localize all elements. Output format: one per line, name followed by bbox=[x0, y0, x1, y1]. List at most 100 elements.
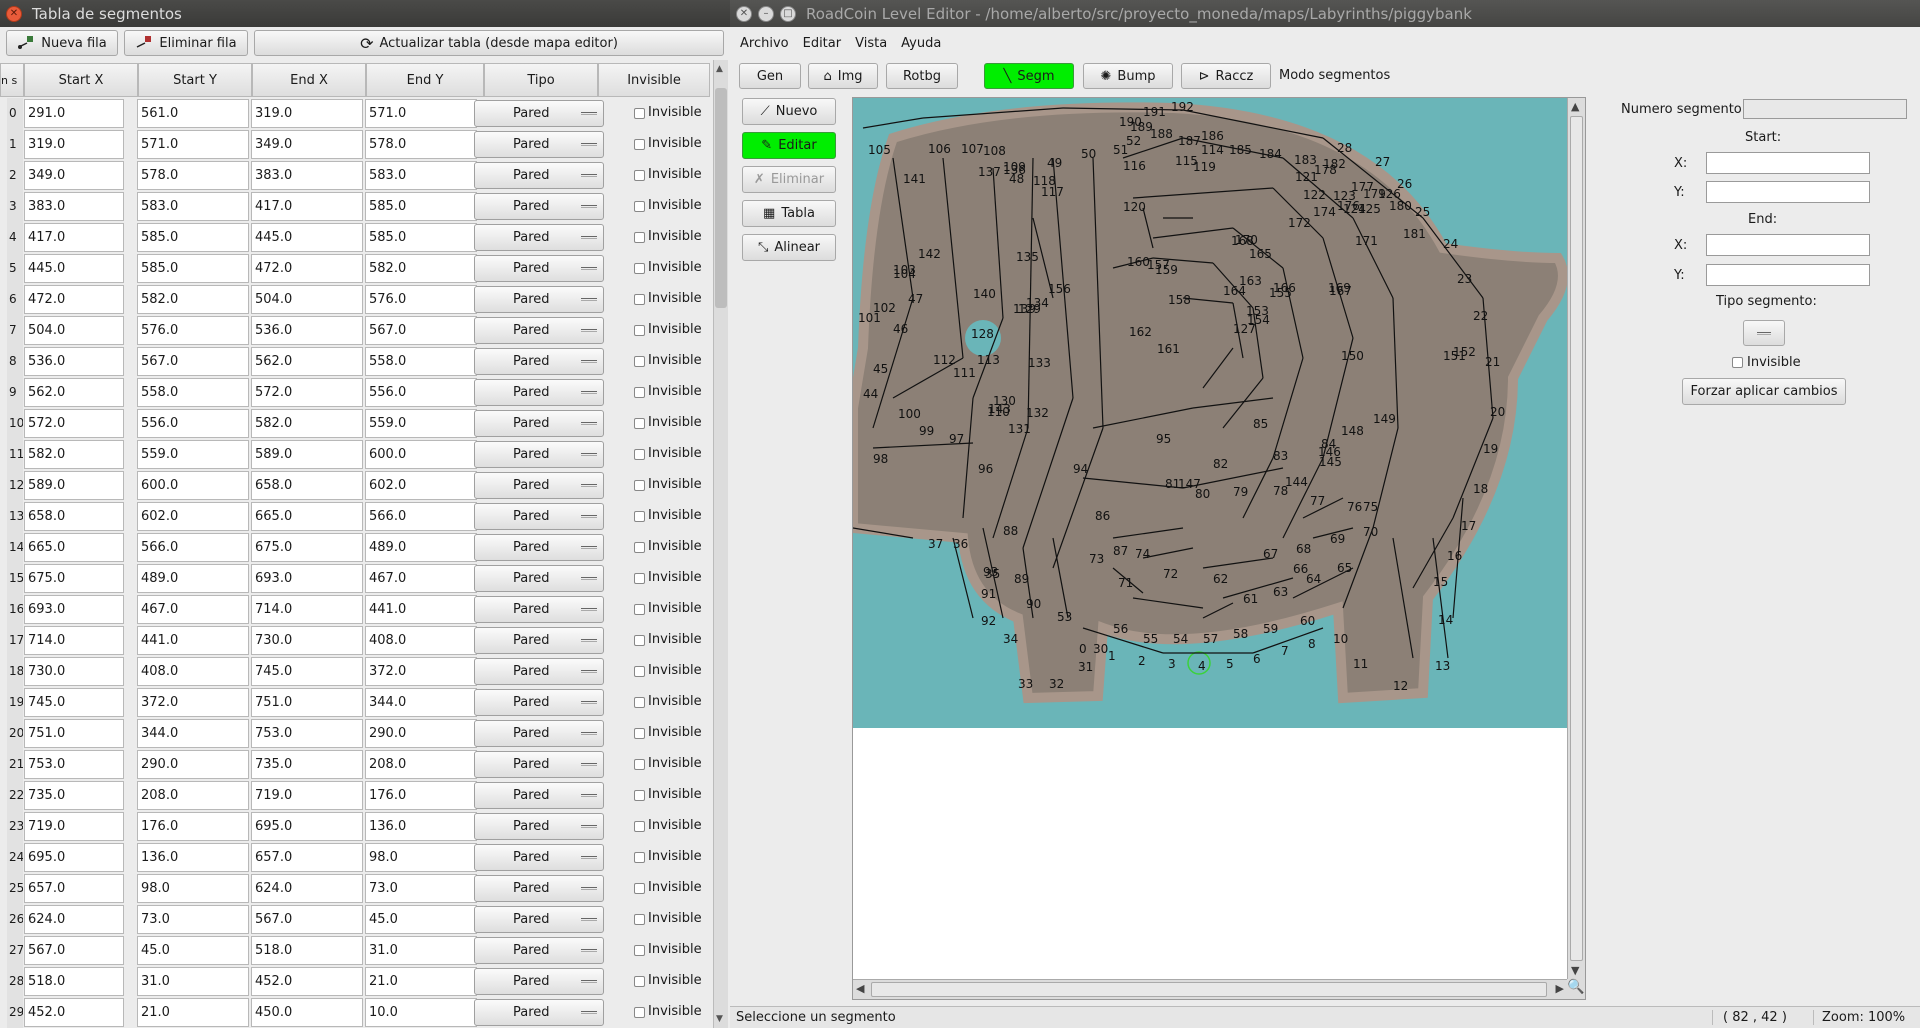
tool-tabla-button[interactable]: ▦ Tabla bbox=[742, 200, 836, 227]
end-y-cell[interactable]: 571.0 bbox=[365, 99, 477, 128]
mode-raccz-button[interactable]: ⊳ Raccz bbox=[1181, 63, 1271, 89]
segment-number-label[interactable]: 67 bbox=[1263, 547, 1278, 561]
segment-number-label[interactable]: 31 bbox=[1078, 660, 1093, 674]
table-row[interactable]: 23 719.0 176.0 695.0 136.0 Pared Invisible bbox=[7, 811, 709, 842]
end-y-cell[interactable]: 585.0 bbox=[365, 223, 477, 252]
segment-number-label[interactable]: 156 bbox=[1048, 282, 1071, 296]
segment-number-label[interactable]: 12 bbox=[1393, 679, 1408, 693]
segment-number-label[interactable]: 170 bbox=[1235, 233, 1258, 247]
map-scroll-down-icon[interactable]: ▼ bbox=[1571, 964, 1579, 977]
menu-vista[interactable]: Vista bbox=[855, 36, 887, 51]
segment-number-label[interactable]: 89 bbox=[1014, 572, 1029, 586]
segment-number-label[interactable]: 4 bbox=[1198, 659, 1206, 673]
end-x-cell[interactable]: 695.0 bbox=[251, 812, 363, 841]
segment-number-label[interactable]: 118 bbox=[1033, 174, 1056, 188]
invisible-checkbox[interactable] bbox=[634, 573, 645, 584]
start-y-cell[interactable]: 372.0 bbox=[137, 688, 249, 717]
end-x-cell[interactable]: 383.0 bbox=[251, 161, 363, 190]
table-row[interactable]: 5 445.0 585.0 472.0 582.0 Pared Invisible bbox=[7, 253, 709, 284]
tipo-dropdown[interactable]: Pared bbox=[474, 472, 604, 499]
end-x-cell[interactable]: 675.0 bbox=[251, 533, 363, 562]
segment-number-label[interactable]: 131 bbox=[1008, 422, 1031, 436]
segment-number-label[interactable]: 154 bbox=[1247, 313, 1270, 327]
start-x-cell[interactable]: 693.0 bbox=[24, 595, 124, 624]
end-x-cell[interactable]: 693.0 bbox=[251, 564, 363, 593]
end-x-cell[interactable]: 735.0 bbox=[251, 750, 363, 779]
segment-number-label[interactable]: 68 bbox=[1296, 542, 1311, 556]
tool-eliminar-button[interactable]: ✗ Eliminar bbox=[742, 166, 836, 193]
segment-number-label[interactable]: 47 bbox=[908, 292, 923, 306]
segment-number-label[interactable]: 54 bbox=[1173, 632, 1188, 646]
segment-number-label[interactable]: 185 bbox=[1229, 143, 1252, 157]
scroll-up-icon[interactable]: ▲ bbox=[716, 64, 723, 74]
segment-number-label[interactable]: 20 bbox=[1490, 405, 1505, 419]
start-x-cell[interactable]: 291.0 bbox=[24, 99, 124, 128]
segment-number-label[interactable]: 172 bbox=[1288, 216, 1311, 230]
table-row[interactable]: 16 693.0 467.0 714.0 441.0 Pared Invisible bbox=[7, 594, 709, 625]
menu-ayuda[interactable]: Ayuda bbox=[901, 36, 941, 51]
table-row[interactable]: 14 665.0 566.0 675.0 489.0 Pared Invisible bbox=[7, 532, 709, 563]
segment-number-label[interactable]: 60 bbox=[1300, 614, 1315, 628]
segment-number-label[interactable]: 52 bbox=[1126, 134, 1141, 148]
segment-number-label[interactable]: 159 bbox=[1155, 263, 1178, 277]
segment-number-label[interactable]: 21 bbox=[1485, 355, 1500, 369]
segment-number-label[interactable]: 46 bbox=[893, 322, 908, 336]
tipo-dropdown[interactable]: Pared bbox=[474, 162, 604, 189]
start-y-cell[interactable]: 567.0 bbox=[137, 347, 249, 376]
column-header-invisible[interactable]: Invisible bbox=[598, 63, 710, 97]
table-row[interactable]: 9 562.0 558.0 572.0 556.0 Pared Invisible bbox=[7, 377, 709, 408]
end-x-cell[interactable]: 745.0 bbox=[251, 657, 363, 686]
end-y-cell[interactable]: 441.0 bbox=[365, 595, 477, 624]
segment-number-label[interactable]: 27 bbox=[1375, 155, 1390, 169]
end-y-cell[interactable]: 408.0 bbox=[365, 626, 477, 655]
segment-number-label[interactable]: 152 bbox=[1453, 345, 1476, 359]
segment-number-label[interactable]: 100 bbox=[898, 407, 921, 421]
end-y-cell[interactable]: 10.0 bbox=[365, 998, 477, 1027]
map-scroll-up-icon[interactable]: ▲ bbox=[1571, 100, 1579, 113]
segment-number-label[interactable]: 72 bbox=[1163, 567, 1178, 581]
segment-number-label[interactable]: 108 bbox=[983, 144, 1006, 158]
table-row[interactable]: 3 383.0 583.0 417.0 585.0 Pared Invisible bbox=[7, 191, 709, 222]
invisible-checkbox[interactable] bbox=[634, 511, 645, 522]
table-row[interactable]: 15 675.0 489.0 693.0 467.0 Pared Invisible bbox=[7, 563, 709, 594]
start-y-cell[interactable]: 98.0 bbox=[137, 874, 249, 903]
tipo-dropdown[interactable]: Pared bbox=[474, 193, 604, 220]
mode-rotbg-button[interactable]: Rotbg bbox=[886, 63, 958, 89]
segment-number-label[interactable]: 90 bbox=[1026, 597, 1041, 611]
mode-segm-button[interactable]: ╲ Segm bbox=[984, 63, 1074, 89]
start-x-cell[interactable]: 753.0 bbox=[24, 750, 124, 779]
segment-number-label[interactable]: 139 bbox=[1013, 302, 1036, 316]
start-y-cell[interactable]: 441.0 bbox=[137, 626, 249, 655]
end-x-cell[interactable]: 504.0 bbox=[251, 285, 363, 314]
end-x-cell[interactable]: 753.0 bbox=[251, 719, 363, 748]
invisible-checkbox[interactable] bbox=[634, 232, 645, 243]
segment-number-label[interactable]: 111 bbox=[953, 366, 976, 380]
end-y-cell[interactable]: 583.0 bbox=[365, 161, 477, 190]
invisible-checkbox[interactable] bbox=[634, 852, 645, 863]
tipo-dropdown[interactable]: Pared bbox=[474, 441, 604, 468]
segment-number-label[interactable]: 122 bbox=[1303, 188, 1326, 202]
table-row[interactable]: 8 536.0 567.0 562.0 558.0 Pared Invisible bbox=[7, 346, 709, 377]
segment-number-label[interactable]: 161 bbox=[1157, 342, 1180, 356]
table-row[interactable]: 28 518.0 31.0 452.0 21.0 Pared Invisible bbox=[7, 966, 709, 997]
table-row[interactable]: 25 657.0 98.0 624.0 73.0 Pared Invisible bbox=[7, 873, 709, 904]
segment-number-label[interactable]: 49 bbox=[1047, 156, 1062, 170]
segment-number-label[interactable]: 75 bbox=[1363, 500, 1378, 514]
mode-bump-button[interactable]: ✺ Bump bbox=[1083, 63, 1173, 89]
refresh-table-button[interactable]: ⟳ Actualizar tabla (desde mapa editor) bbox=[254, 30, 724, 56]
end-x-cell[interactable]: 730.0 bbox=[251, 626, 363, 655]
invisible-checkbox[interactable] bbox=[634, 728, 645, 739]
segment-number-label[interactable]: 32 bbox=[1049, 677, 1064, 691]
start-y-cell[interactable]: 290.0 bbox=[137, 750, 249, 779]
segment-number-label[interactable]: 95 bbox=[1156, 432, 1171, 446]
minimize-icon[interactable]: – bbox=[758, 5, 774, 22]
segment-number-label[interactable]: 98 bbox=[873, 452, 888, 466]
segment-number-label[interactable]: 61 bbox=[1243, 592, 1258, 606]
start-y-cell[interactable]: 576.0 bbox=[137, 316, 249, 345]
start-x-cell[interactable]: 472.0 bbox=[24, 285, 124, 314]
tipo-dropdown[interactable]: Pared bbox=[474, 100, 604, 127]
segment-number-label[interactable]: 86 bbox=[1095, 509, 1110, 523]
segment-number-label[interactable]: 5 bbox=[1226, 657, 1234, 671]
start-x-cell[interactable]: 719.0 bbox=[24, 812, 124, 841]
segment-number-label[interactable]: 69 bbox=[1330, 532, 1345, 546]
